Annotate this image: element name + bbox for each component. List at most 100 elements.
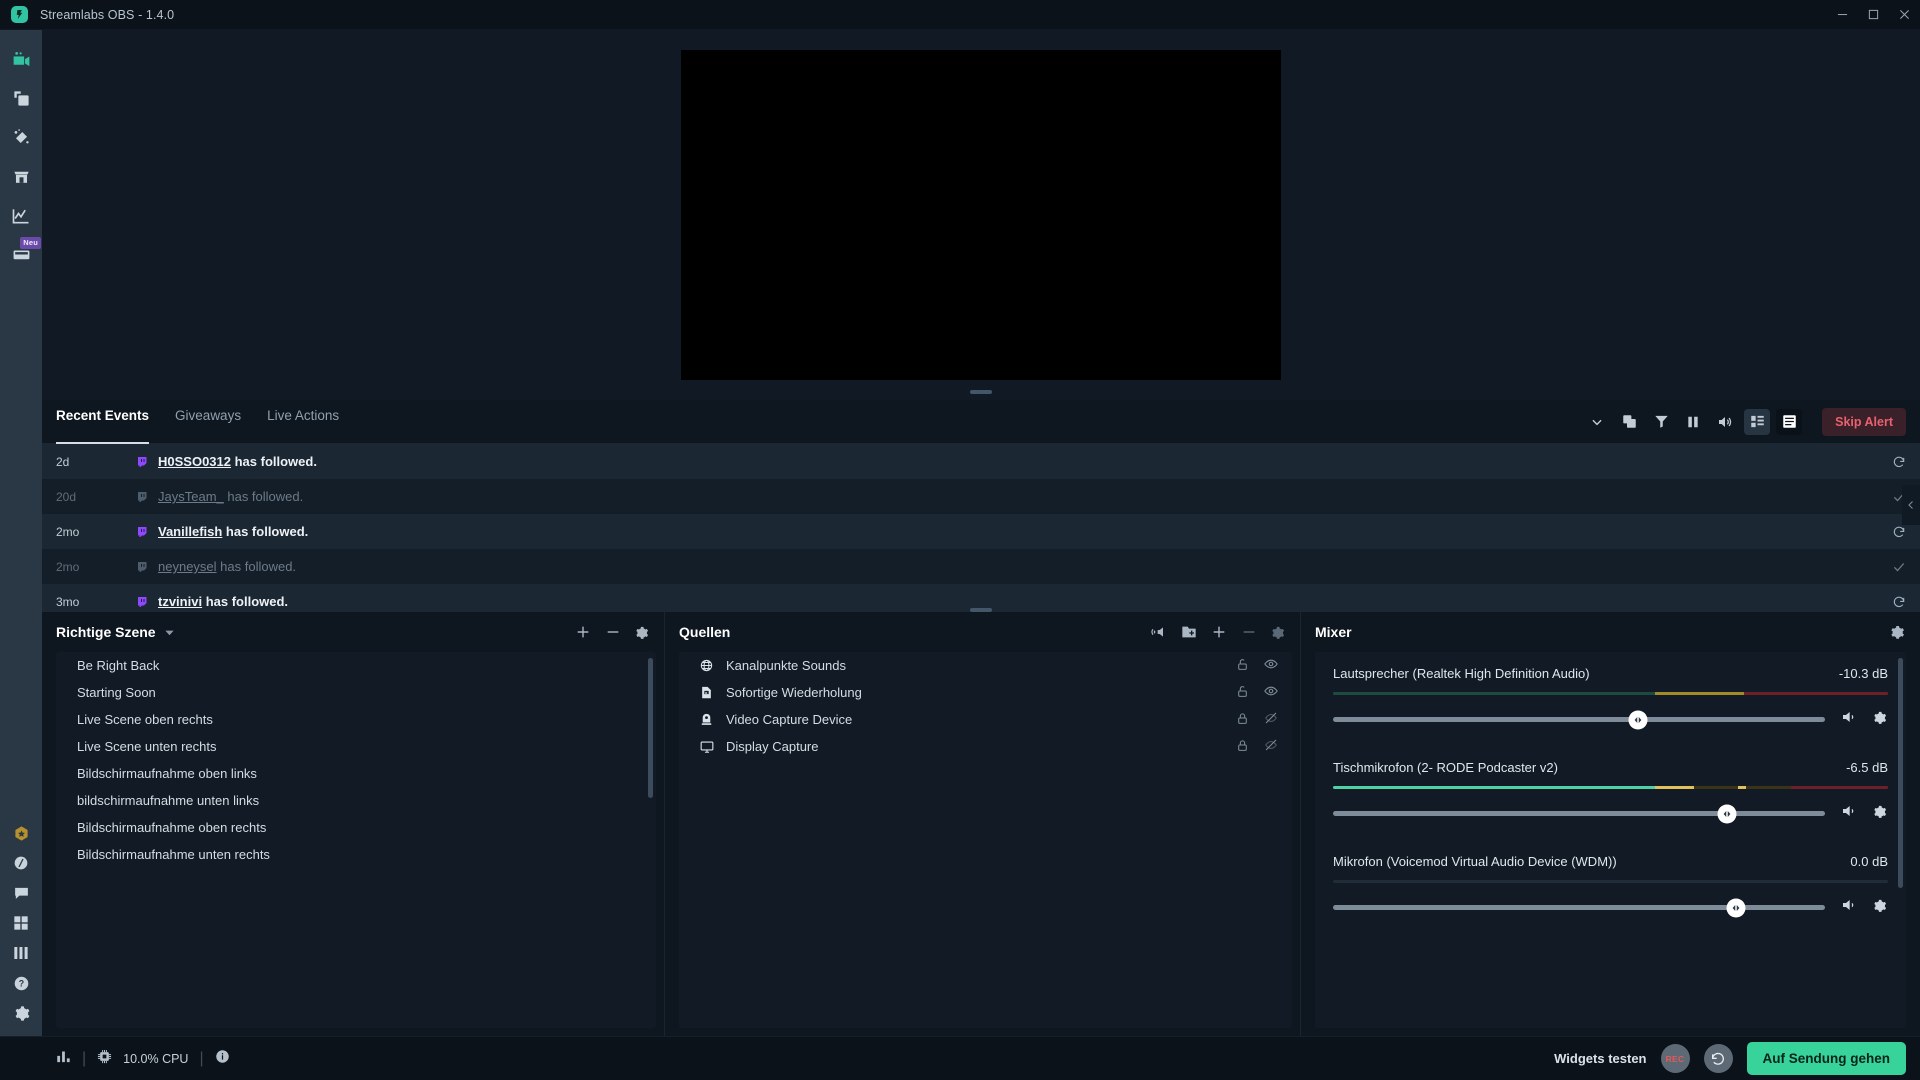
sidebar-item-night-mode[interactable] bbox=[0, 848, 42, 878]
filter-icon[interactable] bbox=[1648, 409, 1674, 435]
caret-down-icon[interactable] bbox=[164, 627, 175, 638]
sidebar-item-prime[interactable] bbox=[0, 818, 42, 848]
sidebar-item-highlighter[interactable]: Neu bbox=[0, 235, 42, 274]
event-username[interactable]: JaysTeam_ bbox=[158, 489, 224, 504]
scene-item[interactable]: Live Scene oben rechts bbox=[56, 706, 656, 733]
eye-hidden-icon[interactable] bbox=[1264, 711, 1278, 728]
go-live-button[interactable]: Auf Sendung gehen bbox=[1746, 1042, 1906, 1075]
speaker-on-icon[interactable] bbox=[1841, 709, 1857, 730]
gear-icon[interactable] bbox=[1873, 710, 1888, 730]
source-item[interactable]: Video Capture Device bbox=[679, 706, 1292, 733]
tab-giveaways[interactable]: Giveaways bbox=[175, 400, 241, 444]
bar-stats-icon[interactable] bbox=[56, 1049, 71, 1069]
sidebar-item-settings[interactable] bbox=[0, 998, 42, 1028]
volume-slider-knob[interactable] bbox=[1726, 898, 1746, 917]
sidebar-item-layout[interactable] bbox=[0, 938, 42, 968]
add-folder-icon[interactable] bbox=[1181, 624, 1197, 640]
scenes-scrollbar[interactable] bbox=[648, 658, 653, 798]
eye-hidden-icon[interactable] bbox=[1264, 738, 1278, 755]
sidebar-item-editor[interactable] bbox=[0, 40, 42, 79]
skip-alert-button[interactable]: Skip Alert bbox=[1822, 407, 1906, 436]
chevron-down-icon[interactable] bbox=[1584, 409, 1610, 435]
info-circle-icon[interactable] bbox=[215, 1049, 230, 1069]
scene-item[interactable]: Live Scene unten rechts bbox=[56, 733, 656, 760]
record-button[interactable]: REC bbox=[1660, 1044, 1690, 1073]
widgets-test-button[interactable]: Widgets testen bbox=[1554, 1051, 1646, 1066]
duplicate-icon[interactable] bbox=[1616, 409, 1642, 435]
volume-slider-knob[interactable] bbox=[1717, 804, 1737, 823]
maximize-icon[interactable] bbox=[1858, 0, 1889, 30]
mixer-list: Lautsprecher (Realtek High Definition Au… bbox=[1315, 652, 1906, 1028]
speaker-on-icon[interactable] bbox=[1841, 897, 1857, 918]
minimize-icon[interactable] bbox=[1827, 0, 1858, 30]
sources-list: Kanalpunkte Sounds Sofortige Wiederholun… bbox=[679, 652, 1292, 1028]
event-username[interactable]: Vanillefish bbox=[158, 524, 222, 539]
sidebar-item-help[interactable]: ? bbox=[0, 968, 42, 998]
scene-item[interactable]: Bildschirmaufnahme oben links bbox=[56, 760, 656, 787]
event-row[interactable]: 2d H0SSO0312 has followed. bbox=[42, 444, 1920, 479]
add-scene-icon[interactable] bbox=[575, 624, 591, 640]
volume-slider[interactable] bbox=[1333, 898, 1825, 917]
locked-icon[interactable] bbox=[1236, 739, 1249, 755]
source-item[interactable]: Kanalpunkte Sounds bbox=[679, 652, 1292, 679]
audio-mixer-icon[interactable] bbox=[1151, 624, 1167, 640]
sidebar-item-store[interactable] bbox=[0, 157, 42, 196]
eye-visible-icon[interactable] bbox=[1264, 657, 1278, 674]
events-toolbar: Skip Alert bbox=[1584, 407, 1906, 436]
sources-dock: Quellen Kanalpunkte Sounds Sofortige Wie… bbox=[664, 612, 1300, 1036]
event-row[interactable]: 2mo Vanillefish has followed. bbox=[42, 514, 1920, 549]
event-username[interactable]: tzvinivi bbox=[158, 594, 202, 609]
replay-buffer-icon[interactable] bbox=[1703, 1044, 1733, 1073]
volume-slider[interactable] bbox=[1333, 710, 1825, 729]
remove-source-icon[interactable] bbox=[1241, 624, 1257, 640]
gear-icon[interactable] bbox=[1873, 898, 1888, 918]
source-item[interactable]: Display Capture bbox=[679, 733, 1292, 760]
volume-icon[interactable] bbox=[1712, 409, 1738, 435]
pause-icon[interactable] bbox=[1680, 409, 1706, 435]
main-body: Neu ? Recent Events Giveaways Live Actio… bbox=[0, 30, 1920, 1036]
refresh-icon[interactable] bbox=[1892, 525, 1906, 539]
preview-canvas[interactable] bbox=[681, 50, 1281, 380]
scene-item[interactable]: Bildschirmaufnahme oben rechts bbox=[56, 814, 656, 841]
scene-item[interactable]: bildschirmaufnahme unten links bbox=[56, 787, 656, 814]
check-icon[interactable] bbox=[1892, 560, 1906, 574]
event-username[interactable]: H0SSO0312 bbox=[158, 454, 231, 469]
unlocked-icon[interactable] bbox=[1236, 685, 1249, 701]
eye-visible-icon[interactable] bbox=[1264, 684, 1278, 701]
scene-item[interactable]: Starting Soon bbox=[56, 679, 656, 706]
event-username[interactable]: neyneysel bbox=[158, 559, 217, 574]
source-item[interactable]: Sofortige Wiederholung bbox=[679, 679, 1292, 706]
unlocked-icon[interactable] bbox=[1236, 658, 1249, 674]
gear-icon[interactable] bbox=[1890, 624, 1906, 640]
sidebar-item-apps[interactable] bbox=[0, 908, 42, 938]
remove-scene-icon[interactable] bbox=[605, 624, 621, 640]
preview-resize-handle[interactable] bbox=[970, 390, 992, 394]
add-source-icon[interactable] bbox=[1211, 624, 1227, 640]
tab-live-actions[interactable]: Live Actions bbox=[267, 400, 339, 444]
refresh-icon[interactable] bbox=[1892, 595, 1906, 609]
sidebar-item-themes[interactable] bbox=[0, 118, 42, 157]
chevron-left-icon[interactable] bbox=[1902, 485, 1920, 525]
gear-icon[interactable] bbox=[1873, 804, 1888, 824]
volume-slider-knob[interactable] bbox=[1628, 710, 1648, 729]
speaker-on-icon[interactable] bbox=[1841, 803, 1857, 824]
sidebar-item-dashboard[interactable] bbox=[0, 196, 42, 235]
scene-item[interactable]: Be Right Back bbox=[56, 652, 656, 679]
sidebar-item-layout-editor[interactable] bbox=[0, 79, 42, 118]
stream-preview[interactable] bbox=[42, 30, 1920, 400]
event-row[interactable]: 20d JaysTeam_ has followed. bbox=[42, 479, 1920, 514]
mixer-channel-icons bbox=[1841, 897, 1888, 918]
refresh-icon[interactable] bbox=[1892, 455, 1906, 469]
source-settings-gear-icon[interactable] bbox=[1271, 625, 1286, 640]
tab-recent-events[interactable]: Recent Events bbox=[56, 400, 150, 444]
volume-slider[interactable] bbox=[1333, 804, 1825, 823]
close-icon[interactable] bbox=[1889, 0, 1920, 30]
grid-view-icon[interactable] bbox=[1744, 408, 1771, 435]
mixer-scrollbar[interactable] bbox=[1898, 658, 1903, 888]
locked-icon[interactable] bbox=[1236, 712, 1249, 728]
list-view-icon[interactable] bbox=[1776, 408, 1803, 435]
scene-settings-gear-icon[interactable] bbox=[635, 625, 650, 640]
scene-item[interactable]: Bildschirmaufnahme unten rechts bbox=[56, 841, 656, 868]
event-row[interactable]: 2mo neyneysel has followed. bbox=[42, 549, 1920, 584]
sidebar-item-chat[interactable] bbox=[0, 878, 42, 908]
